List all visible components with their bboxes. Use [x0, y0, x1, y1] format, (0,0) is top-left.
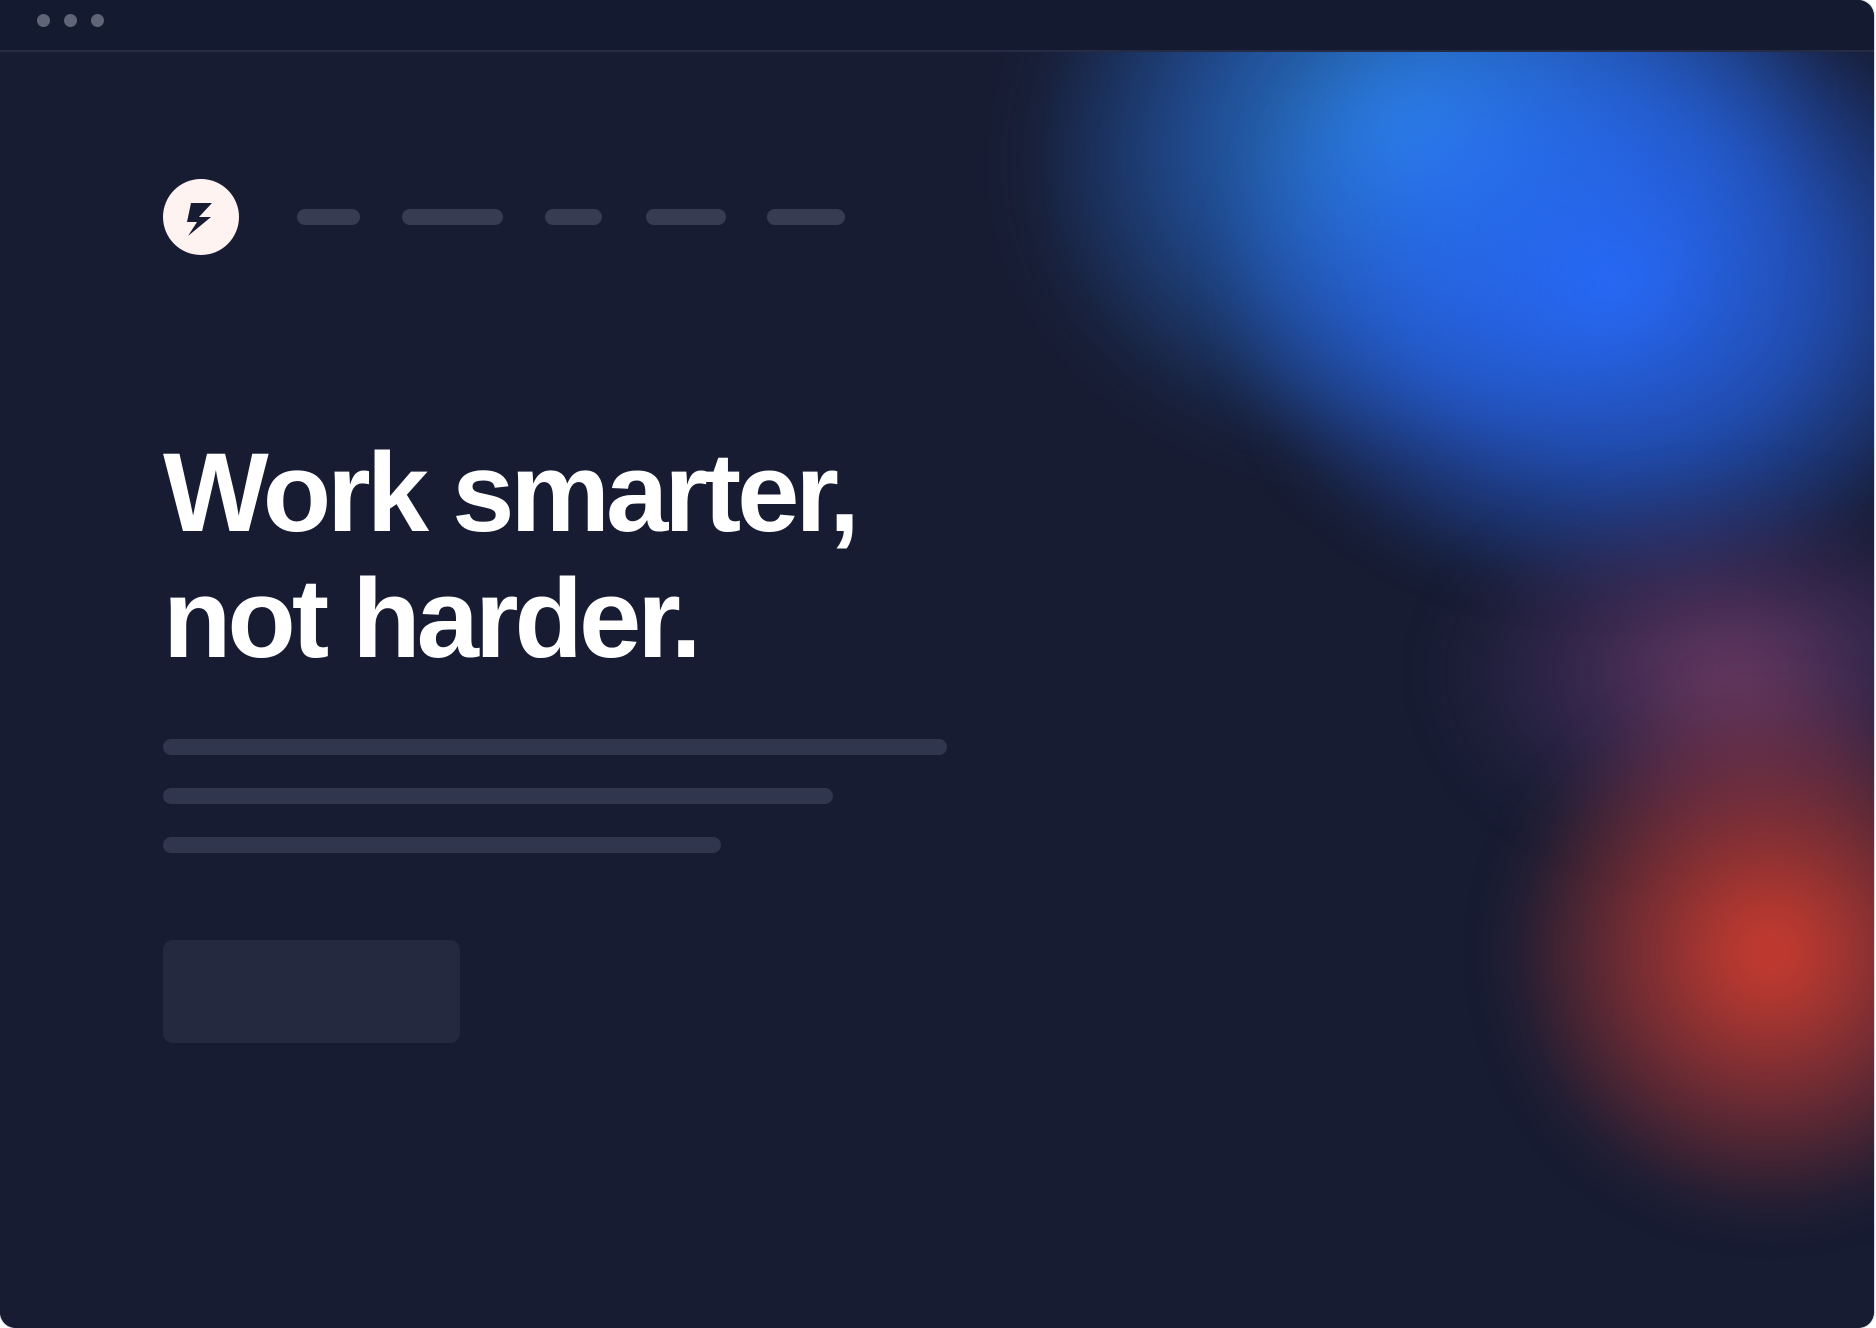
nav-item-placeholder[interactable] — [402, 209, 503, 225]
nav-item-placeholder[interactable] — [297, 209, 360, 225]
cta-button-placeholder[interactable] — [163, 940, 460, 1043]
nav-item-placeholder[interactable] — [545, 209, 602, 225]
page-content: Work smarter, not harder. — [0, 52, 1874, 1328]
window-control-dot[interactable] — [64, 14, 77, 27]
hero-body-text-placeholder — [163, 788, 833, 804]
window-control-dot[interactable] — [37, 14, 50, 27]
browser-window: Work smarter, not harder. — [0, 0, 1874, 1328]
window-control-dot[interactable] — [91, 14, 104, 27]
nav-item-placeholder[interactable] — [646, 209, 726, 225]
nav-item-placeholder[interactable] — [767, 209, 845, 225]
hero-body-text-placeholder — [163, 739, 947, 755]
hero-headline: Work smarter, not harder. — [163, 430, 923, 682]
hero-headline-line: not harder. — [163, 556, 702, 681]
lightning-bolt-icon — [187, 203, 212, 236]
hero-headline-line: Work smarter, — [163, 430, 860, 555]
hero-body-text-placeholder — [163, 837, 721, 853]
brand-logo[interactable] — [163, 179, 239, 255]
landing-page: Work smarter, not harder. — [0, 52, 1874, 1328]
title-bar — [0, 0, 1874, 52]
